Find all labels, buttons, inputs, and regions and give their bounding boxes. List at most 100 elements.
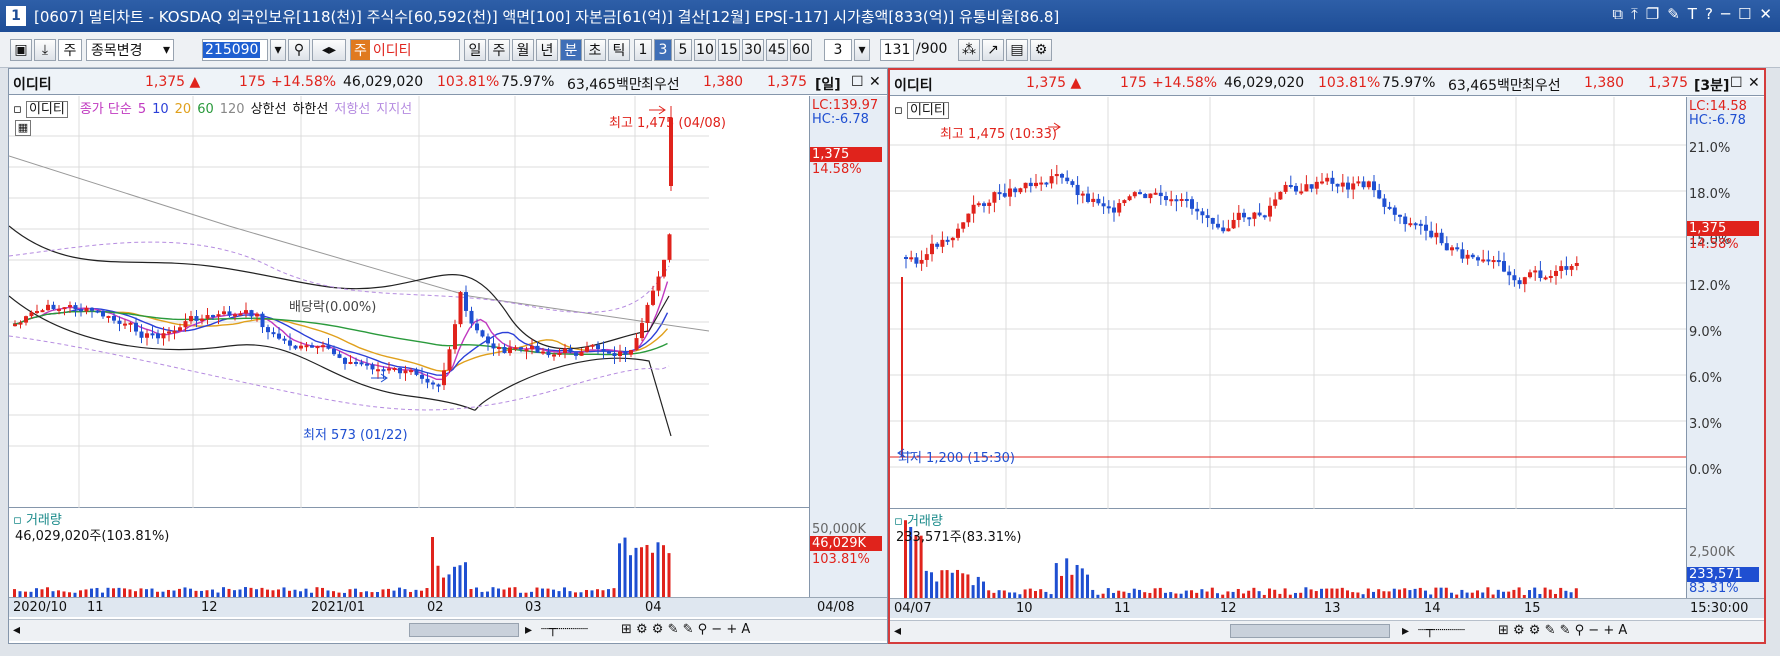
period-select[interactable]: 주 [58,39,82,61]
volume-top-label: 50,000K [812,522,867,537]
save-icon[interactable]: ▤ [1006,39,1028,61]
download-icon[interactable]: ⤓ [34,39,56,61]
close-icon[interactable]: ✕ [1759,5,1772,23]
tool-icons[interactable]: ⊞ ⚙ ⚙ ✎ ✎ ⚲ − + A [1498,623,1627,638]
unit-3[interactable]: 3 [654,39,672,61]
candle-body [392,367,397,370]
unit-45[interactable]: 45 [766,39,788,61]
count-select[interactable]: 3 [824,39,852,61]
candle-body [1028,182,1033,187]
candle-body [541,351,545,354]
restore-icon[interactable]: ☐ [851,74,864,90]
tool-icons[interactable]: ⊞ ⚙ ⚙ ✎ ✎ ⚲ − + A [621,622,750,637]
code-dropdown-icon[interactable]: ▾ [270,39,286,61]
scroll-thumb[interactable] [409,623,519,637]
volume-bar [79,590,82,597]
tab-3[interactable]: 년 [536,39,558,61]
close-icon[interactable]: ✕ [869,74,881,90]
close-icon[interactable]: ✕ [1748,75,1760,91]
settings-icon[interactable]: ✎ [1667,5,1680,23]
tab-0[interactable]: 일 [464,39,486,61]
candle-body [227,311,232,316]
scroll-bar[interactable]: ◂ ▸ ┈┬┈┈┈┈ ⊞ ⚙ ⚙ ✎ ✎ ⚲ − + A [9,619,887,641]
scroll-right-icon[interactable]: ▸ [525,622,532,638]
unit-1[interactable]: 1 [634,39,652,61]
right-axis-strip: LC:14.58 HC:-6.78 21.0% 18.0% 15.0% 12.0% 9.… [1686,97,1764,598]
volume-bar [590,590,594,597]
candle-body [1122,200,1127,204]
draw-icon[interactable]: ↗ [982,39,1004,61]
volume-bar [1070,574,1074,598]
volume-bar [1023,589,1027,598]
restore-icon[interactable]: ❐ [1646,5,1659,23]
volume-bar [35,588,38,597]
legend-ma120: 120 [219,102,245,117]
indicator-icon[interactable]: ⁂ [958,39,980,61]
maximize-icon[interactable]: ☐ [1738,5,1751,23]
font-icon[interactable]: T [1688,5,1697,23]
code-input[interactable]: 215090 [202,39,268,61]
candle-body [266,327,270,333]
unit-15[interactable]: 15 [718,39,740,61]
candle-body [1242,212,1246,218]
search-icon[interactable]: ⚲ [288,39,310,61]
minimize-icon[interactable]: ─ [1721,5,1730,23]
candle-body [1481,259,1486,262]
volume-bar [1075,564,1079,598]
restore-icon[interactable]: ☐ [1730,75,1743,91]
unit-30[interactable]: 30 [742,39,764,61]
price-chart-area[interactable]: ▫ 이디티 종가 단순 5 10 20 60 120 상한선 하한선 저항선 지지선 ▦ 최고 1,… [9,96,854,508]
volume-chart-area[interactable]: ▫ 거래량 233,571주(83.31%) [890,510,1686,598]
candle-body [84,307,89,312]
zoom-slider[interactable]: ┈┬┈┈┈┈ [541,622,588,637]
volume-bar [662,545,665,597]
range-input[interactable]: 131 [880,39,914,61]
candle-body [381,369,386,372]
tab-4[interactable]: 분 [560,39,582,61]
scroll-bar[interactable]: ◂ ▸ ┈┬┈┈┈┈ ⊞ ⚙ ⚙ ✎ ✎ ⚲ − + A [890,620,1764,642]
stock-change-select[interactable]: 종목변경 ▾ [86,39,174,61]
unit-60[interactable]: 60 [790,39,812,61]
volume-bar [123,588,126,597]
y-tick-label: 18.0% [1689,187,1731,202]
sound-icon[interactable]: ◂▸ [312,39,346,61]
chevron-down-icon[interactable]: ▾ [854,39,870,61]
candle-body [1548,275,1553,278]
unit-5[interactable]: 5 [674,39,692,61]
volume-chart-area[interactable]: ▫ 거래량 46,029,020주(103.81%) [9,509,809,597]
tab-6[interactable]: 틱 [608,39,630,61]
legend-ma20: 20 [174,102,192,117]
layout-icon[interactable]: ▣ [10,39,32,61]
gear-icon[interactable]: ⚙ [1030,39,1052,61]
scroll-left-icon[interactable]: ◂ [13,622,20,638]
link-icon[interactable]: ⧉ [1612,5,1623,23]
pin-icon[interactable]: ⤒ [1631,5,1638,23]
candle-body [398,367,402,374]
candle-body [1424,224,1428,231]
grid-icon[interactable]: ▦ [15,120,31,136]
candle-body [178,327,182,331]
tab-2[interactable]: 월 [512,39,534,61]
best-price-label: 최우선 [1522,78,1561,94]
candle-body [574,352,578,356]
scroll-thumb[interactable] [1230,624,1390,638]
zoom-slider[interactable]: ┈┬┈┈┈┈ [1418,623,1465,638]
tab-1[interactable]: 주 [488,39,510,61]
help-icon[interactable]: ? [1705,5,1713,23]
volume-bar [40,589,44,597]
volume-bar [414,589,418,597]
candle-body [1106,206,1111,209]
scroll-right-icon[interactable]: ▸ [1402,623,1409,639]
candle-body [623,351,628,355]
candle-body [117,320,122,324]
price-chart-area[interactable]: ▫ 이디티 최고 1,475 (10:33) 최저 1,200 (15:30) [890,97,1686,509]
candle-body [961,222,966,229]
scroll-left-icon[interactable]: ◂ [894,623,901,639]
stock-name-field[interactable]: 주 이디티 [350,39,460,61]
volume-bar [667,553,671,597]
candle-body [557,352,562,355]
volume-bar [403,589,407,597]
unit-10[interactable]: 10 [694,39,716,61]
volume-bar [1132,588,1136,598]
tab-5[interactable]: 초 [584,39,606,61]
